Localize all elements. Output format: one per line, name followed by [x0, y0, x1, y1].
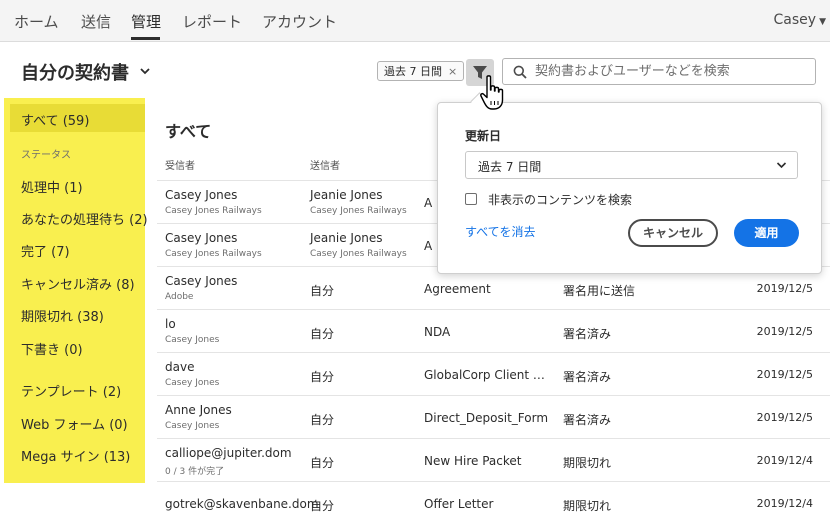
- filter-chip-label: 過去 7 日間: [384, 65, 442, 78]
- modified-date: 2019/12/5: [756, 282, 813, 295]
- list-title: すべて: [165, 122, 212, 141]
- date-range-select[interactable]: 過去 7 日間: [465, 151, 798, 179]
- user-name: Casey: [773, 12, 817, 28]
- sender-name: 自分: [310, 327, 335, 341]
- hidden-content-checkbox[interactable]: [465, 193, 477, 205]
- filter-popover: 更新日 過去 7 日間 非表示のコンテンツを検索 すべてを消去 キャンセル 適用: [437, 102, 822, 274]
- agreement-status: 署名用に送信: [563, 284, 636, 298]
- filter-chip[interactable]: 過去 7 日間 ×: [377, 61, 465, 81]
- recipient-company: Adobe: [165, 292, 194, 302]
- recipient-name: Casey Jones: [165, 188, 238, 202]
- sidebar-item-cancelled[interactable]: キャンセル済み (8): [21, 274, 135, 293]
- column-header-sender[interactable]: 送信者: [310, 157, 340, 172]
- modified-date: 2019/12/4: [756, 454, 813, 467]
- sender-name: Jeanie Jones: [310, 231, 383, 245]
- user-menu[interactable]: Casey ▼: [774, 12, 826, 28]
- agreement-title: NDA: [424, 325, 451, 339]
- sender-name: 自分: [310, 413, 335, 427]
- sidebar-item-drafts[interactable]: 下書き (0): [21, 339, 83, 358]
- search-input[interactable]: [535, 62, 805, 81]
- nav-tab-home[interactable]: ホーム: [14, 11, 59, 32]
- agreement-status: 署名済み: [563, 413, 612, 427]
- modified-date: 2019/12/5: [756, 368, 813, 381]
- search-box[interactable]: [502, 58, 816, 85]
- modified-date: 2019/12/5: [756, 325, 813, 338]
- sender-name: 自分: [310, 456, 335, 470]
- page-title[interactable]: 自分の契約書: [21, 59, 129, 85]
- modified-date-label: 更新日: [465, 129, 502, 143]
- recipient-company: Casey Jones Railways: [165, 249, 262, 259]
- sender-name: 自分: [310, 499, 335, 513]
- table-row[interactable]: gotrek@skavenbane.dom 自分 Offer Letter 期限…: [157, 481, 830, 525]
- recipient-name: Casey Jones: [165, 231, 238, 245]
- sidebar-item-mega-sign[interactable]: Mega サイン (13): [21, 446, 130, 465]
- table-row[interactable]: lo Casey Jones 自分 NDA 署名済み 2019/12/5: [157, 309, 830, 353]
- agreement-status: 署名済み: [563, 370, 612, 384]
- nav-tab-reports[interactable]: レポート: [182, 11, 242, 32]
- modified-date: 2019/12/4: [756, 497, 813, 510]
- agreement-title: Direct_Deposit_Form: [424, 411, 549, 425]
- sidebar-item-expired[interactable]: 期限切れ (38): [21, 306, 104, 325]
- sender-company: Casey Jones Railways: [310, 206, 407, 216]
- recipient-name: Casey Jones: [165, 274, 238, 288]
- apply-button[interactable]: 適用: [734, 219, 799, 247]
- nav-tab-manage[interactable]: 管理: [131, 11, 161, 32]
- chevron-down-icon[interactable]: [138, 64, 152, 78]
- recipient-name: dave: [165, 360, 195, 374]
- sender-company: Casey Jones Railways: [310, 249, 407, 259]
- recipient-name: lo: [165, 317, 176, 331]
- sender-name: 自分: [310, 370, 335, 384]
- table-row[interactable]: Anne Jones Casey Jones 自分 Direct_Deposit…: [157, 395, 830, 439]
- agreement-status: 期限切れ: [563, 456, 612, 470]
- recipient-name: Anne Jones: [165, 403, 232, 417]
- search-icon: [513, 65, 527, 79]
- caret-down-icon: ▼: [819, 17, 826, 27]
- modified-date: 2019/12/5: [756, 411, 813, 424]
- column-header-recipient[interactable]: 受信者: [165, 157, 195, 172]
- agreement-title: Agreement: [424, 282, 491, 296]
- close-icon[interactable]: ×: [448, 65, 457, 78]
- table-row[interactable]: calliope@jupiter.dom 0 / 3 件が完了 自分 New H…: [157, 438, 830, 482]
- recipient-name: calliope@jupiter.dom: [165, 446, 292, 460]
- recipient-company: Casey Jones: [165, 421, 220, 431]
- nav-tab-account[interactable]: アカウント: [262, 11, 337, 32]
- recipient-name: gotrek@skavenbane.dom: [165, 497, 319, 511]
- sidebar-item-all[interactable]: すべて (59): [21, 110, 89, 129]
- agreement-title: GlobalCorp Client S...: [424, 368, 549, 382]
- cancel-button[interactable]: キャンセル: [628, 219, 718, 247]
- agreement-status: 期限切れ: [563, 499, 612, 513]
- recipient-company: Casey Jones: [165, 335, 220, 345]
- recipient-company: Casey Jones: [165, 378, 220, 388]
- nav-tab-send[interactable]: 送信: [81, 11, 111, 32]
- top-navigation: ホーム 送信 管理 レポート アカウント Casey ▼: [0, 0, 830, 42]
- agreement-status: 署名済み: [563, 327, 612, 341]
- table-row[interactable]: dave Casey Jones 自分 GlobalCorp Client S.…: [157, 352, 830, 396]
- recipient-progress: 0 / 3 件が完了: [165, 467, 225, 477]
- chevron-down-icon: [776, 162, 787, 169]
- date-range-value: 過去 7 日間: [478, 160, 542, 174]
- sidebar: すべて (59) ステータス 処理中 (1) あなたの処理待ち (2) 完了 (…: [4, 98, 148, 483]
- sidebar-item-templates[interactable]: テンプレート (2): [21, 381, 121, 400]
- sidebar-item-completed[interactable]: 完了 (7): [21, 241, 70, 260]
- hidden-content-checkbox-label[interactable]: 非表示のコンテンツを検索: [488, 191, 632, 208]
- sidebar-item-in-progress[interactable]: 処理中 (1): [21, 177, 83, 196]
- hand-cursor-icon: [480, 75, 504, 110]
- recipient-company: Casey Jones Railways: [165, 206, 262, 216]
- sender-name: Jeanie Jones: [310, 188, 383, 202]
- sender-name: 自分: [310, 284, 335, 298]
- sidebar-item-web-forms[interactable]: Web フォーム (0): [21, 414, 128, 433]
- active-tab-indicator: [131, 37, 160, 40]
- sidebar-item-waiting-for-you[interactable]: あなたの処理待ち (2): [21, 209, 148, 228]
- agreement-title: Offer Letter: [424, 497, 494, 511]
- clear-all-link[interactable]: すべてを消去: [465, 223, 535, 240]
- agreement-title: New Hire Packet: [424, 454, 522, 468]
- sidebar-section-status: ステータス: [21, 150, 71, 161]
